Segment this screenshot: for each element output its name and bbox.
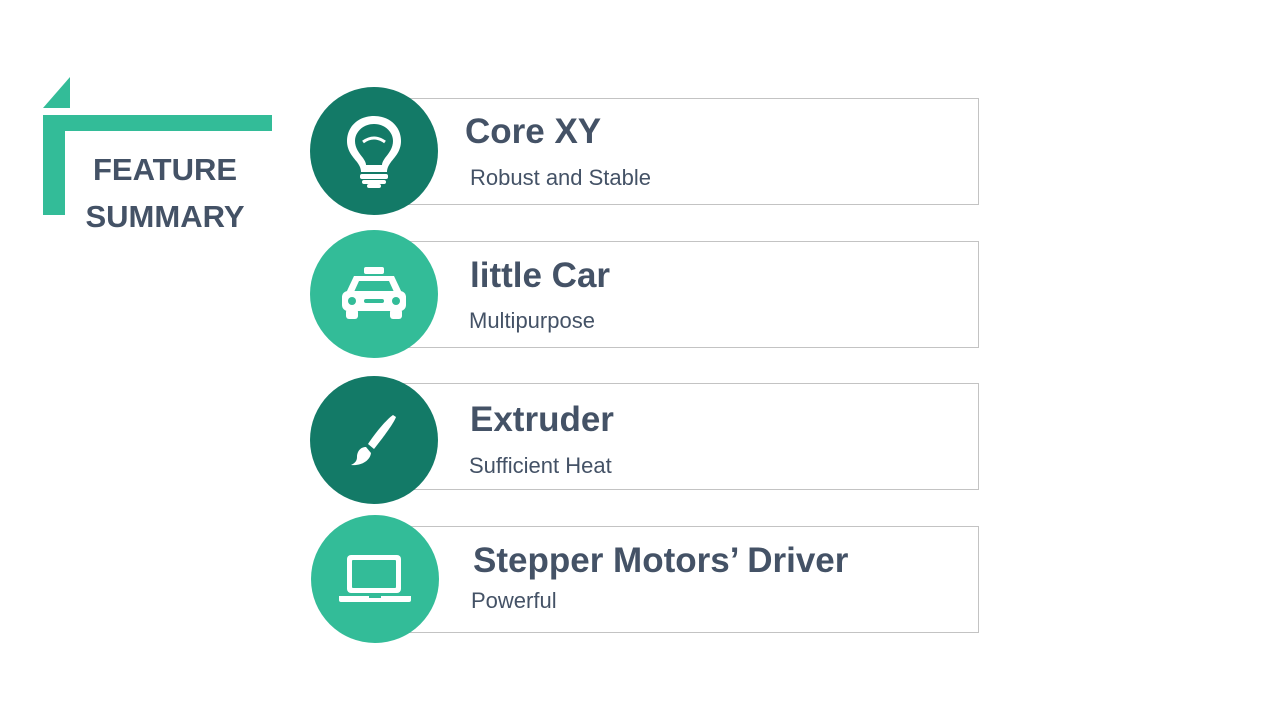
feature-circle-little-car: [310, 230, 438, 358]
page-title: FEATURE SUMMARY: [70, 146, 260, 240]
feature-card-extruder: [376, 383, 979, 490]
feature-title: Extruder: [470, 400, 614, 439]
feature-title: little Car: [470, 256, 611, 295]
paintbrush-icon: [351, 415, 396, 466]
feature-subtitle: Multipurpose: [469, 308, 595, 333]
feature-subtitle: Powerful: [471, 588, 557, 613]
feature-circle-extruder: [310, 376, 438, 504]
feature-title: Core XY: [465, 112, 602, 151]
corner-bar-horizontal: [43, 115, 272, 131]
feature-circle-stepper-driver: [311, 515, 439, 643]
title-line-2: SUMMARY: [85, 199, 245, 234]
corner-triangle-decoration: [43, 77, 70, 108]
feature-circle-core-xy: [310, 87, 438, 215]
feature-subtitle: Sufficient Heat: [469, 453, 612, 478]
feature-title: Stepper Motors’ Driver: [473, 541, 849, 580]
taxi-icon: [342, 267, 406, 319]
corner-bar-vertical: [43, 115, 65, 215]
laptop-icon: [339, 555, 411, 602]
feature-card-little-car: [376, 241, 979, 348]
title-line-1: FEATURE: [92, 152, 238, 187]
feature-subtitle: Robust and Stable: [470, 165, 652, 190]
lightbulb-icon: [347, 116, 401, 188]
